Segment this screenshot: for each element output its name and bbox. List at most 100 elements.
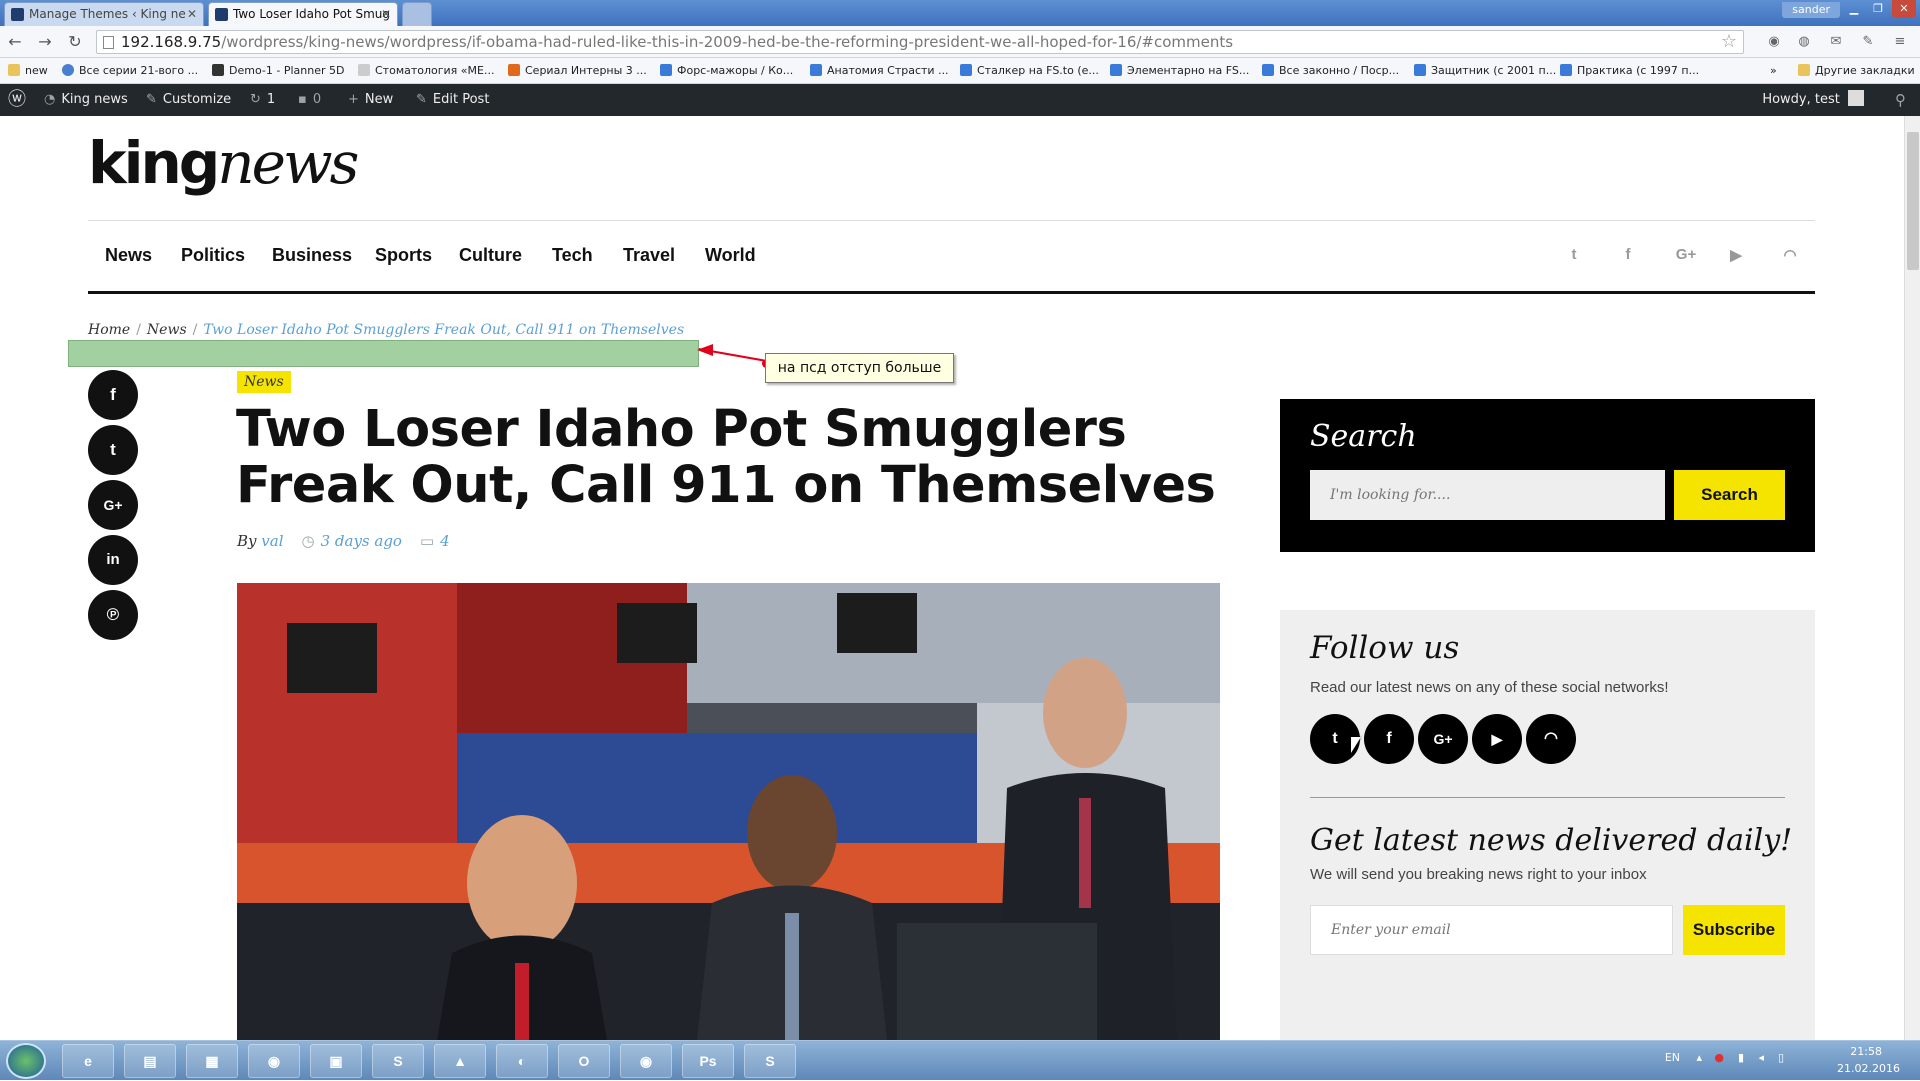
share-pinterest-icon[interactable]: ℗: [88, 590, 138, 640]
author-link[interactable]: val: [261, 532, 283, 550]
back-icon[interactable]: ←: [4, 31, 26, 53]
admin-new[interactable]: + New: [348, 84, 393, 116]
google-plus-icon[interactable]: G+: [1670, 246, 1702, 270]
facebook-icon[interactable]: f: [1616, 246, 1640, 270]
chrome-taskbar-icon[interactable]: ◉: [248, 1044, 300, 1078]
xcv-taskbar-icon[interactable]: ▣: [310, 1044, 362, 1078]
bookmark-item[interactable]: new: [8, 62, 48, 80]
page-scrollbar[interactable]: [1904, 116, 1920, 1040]
share-twitter-icon[interactable]: t: [88, 425, 138, 475]
tray-arrow-icon[interactable]: ▴: [1696, 1051, 1702, 1064]
reload-icon[interactable]: ↻: [64, 31, 86, 53]
globe-extension-icon[interactable]: ◍: [1794, 32, 1814, 52]
bookmark-item[interactable]: Сталкер на FS.to (е...: [960, 62, 1099, 80]
pen-extension-icon[interactable]: ✎: [1858, 32, 1878, 52]
pencil-icon: ✎: [416, 92, 427, 107]
youtube-icon[interactable]: ▶: [1724, 246, 1748, 270]
adblock-extension-icon[interactable]: ◉: [1764, 32, 1784, 52]
clock-date[interactable]: 21.02.2016: [1837, 1062, 1900, 1075]
search-button[interactable]: Search: [1674, 470, 1785, 520]
drive-taskbar-icon[interactable]: ▲: [434, 1044, 486, 1078]
subscribe-button[interactable]: Subscribe: [1683, 905, 1785, 955]
bookmark-item[interactable]: Защитник (с 2001 п...: [1414, 62, 1556, 80]
dashboard-icon: ◔: [44, 92, 56, 107]
opera-tray-icon[interactable]: ●: [1714, 1051, 1724, 1064]
explorer-taskbar-icon[interactable]: ▤: [124, 1044, 176, 1078]
bookmark-star-icon[interactable]: ☆: [1721, 31, 1737, 53]
scrollbar-thumb[interactable]: [1907, 132, 1919, 270]
other-bookmarks[interactable]: Другие закладки: [1798, 62, 1915, 80]
language-indicator[interactable]: EN: [1665, 1051, 1680, 1064]
rss-icon[interactable]: ◠: [1778, 246, 1802, 270]
follow-google-plus-icon[interactable]: G+: [1418, 714, 1468, 764]
bookmark-item[interactable]: Форс-мажоры / Ко...: [660, 62, 793, 80]
bookmark-item[interactable]: Элементарно на FS...: [1110, 62, 1249, 80]
breadcrumb-news[interactable]: News: [147, 322, 187, 338]
bookmark-item[interactable]: Все законно / Поср...: [1262, 62, 1399, 80]
twitter-icon[interactable]: t: [1562, 246, 1586, 270]
share-linkedin-icon[interactable]: in: [88, 535, 138, 585]
photoshop-taskbar-icon[interactable]: Ps: [682, 1044, 734, 1078]
category-badge[interactable]: News: [237, 371, 291, 393]
mail-extension-icon[interactable]: ✉: [1826, 32, 1846, 52]
share-facebook-icon[interactable]: f: [88, 370, 138, 420]
comment-count[interactable]: 4: [440, 532, 450, 550]
nav-politics[interactable]: Politics: [181, 245, 245, 266]
search-input[interactable]: [1310, 470, 1665, 520]
forward-icon[interactable]: →: [34, 31, 56, 53]
media-taskbar-icon[interactable]: ▦: [186, 1044, 238, 1078]
nav-business[interactable]: Business: [272, 245, 352, 266]
clock-time[interactable]: 21:58: [1850, 1045, 1882, 1058]
nav-tech[interactable]: Tech: [552, 245, 593, 266]
bookmark-item[interactable]: Стоматология «МЕ...: [358, 62, 494, 80]
outlook-taskbar-icon[interactable]: O: [558, 1044, 610, 1078]
brush-icon: ✎: [146, 92, 157, 107]
firefox-taskbar-icon[interactable]: ◐: [496, 1044, 548, 1078]
skype-taskbar-icon[interactable]: S: [372, 1044, 424, 1078]
restore-icon[interactable]: ❐: [1866, 0, 1890, 18]
admin-site-name[interactable]: ◔ King news: [44, 84, 128, 116]
email-field[interactable]: [1310, 905, 1673, 955]
nav-news[interactable]: News: [105, 245, 152, 266]
volume-icon[interactable]: ◂: [1758, 1051, 1764, 1064]
minimize-icon[interactable]: ▁: [1842, 0, 1866, 18]
follow-facebook-icon[interactable]: f: [1364, 714, 1414, 764]
admin-customize[interactable]: ✎ Customize: [146, 84, 231, 116]
share-google-plus-icon[interactable]: G+: [88, 480, 138, 530]
menu-icon[interactable]: ≡: [1890, 32, 1910, 52]
start-button[interactable]: [6, 1043, 46, 1079]
nav-sports[interactable]: Sports: [375, 245, 432, 266]
power-icon[interactable]: ▯: [1778, 1051, 1784, 1064]
breadcrumb-home[interactable]: Home: [88, 322, 130, 338]
new-tab-button[interactable]: [402, 2, 432, 26]
profile-name[interactable]: sander: [1782, 2, 1840, 18]
tab-current-article[interactable]: Two Loser Idaho Pot Smug ✕: [208, 2, 398, 26]
admin-search-icon[interactable]: ⚲: [1895, 84, 1906, 116]
address-bar[interactable]: 192.168.9.75/wordpress/king-news/wordpre…: [96, 30, 1744, 54]
nav-travel[interactable]: Travel: [623, 245, 675, 266]
bookmark-item[interactable]: Demo-1 - Planner 5D: [212, 62, 344, 80]
nav-culture[interactable]: Culture: [459, 245, 522, 266]
network-tray-icon[interactable]: ▮: [1738, 1051, 1744, 1064]
bookmark-item[interactable]: Анатомия Страсти ...: [810, 62, 949, 80]
follow-rss-icon[interactable]: ◠: [1526, 714, 1576, 764]
admin-edit-post[interactable]: ✎ Edit Post: [416, 84, 489, 116]
nav-world[interactable]: World: [705, 245, 756, 266]
bookmarks-overflow[interactable]: »: [1770, 62, 1777, 80]
admin-comments[interactable]: ▪ 0: [298, 84, 321, 116]
admin-updates[interactable]: ↻ 1: [250, 84, 275, 116]
wordpress-logo-icon[interactable]: ⓦ: [8, 84, 26, 116]
bookmark-item[interactable]: Сериал Интерны 3 ...: [508, 62, 647, 80]
bookmark-item[interactable]: Все серии 21-вого ...: [62, 62, 198, 80]
tab-manage-themes[interactable]: Manage Themes ‹ King ne ✕: [4, 2, 204, 26]
close-window-icon[interactable]: ✕: [1892, 0, 1916, 18]
ie-taskbar-icon[interactable]: e: [62, 1044, 114, 1078]
close-tab-icon[interactable]: ✕: [381, 3, 391, 25]
follow-youtube-icon[interactable]: ▶: [1472, 714, 1522, 764]
bookmark-item[interactable]: Практика (с 1997 п...: [1560, 62, 1699, 80]
site-logo[interactable]: kingnews: [88, 128, 359, 198]
close-tab-icon[interactable]: ✕: [187, 3, 197, 25]
chrome-taskbar-icon[interactable]: ◉: [620, 1044, 672, 1078]
skype-taskbar-icon[interactable]: S: [744, 1044, 796, 1078]
admin-account[interactable]: Howdy, test: [1762, 84, 1864, 116]
